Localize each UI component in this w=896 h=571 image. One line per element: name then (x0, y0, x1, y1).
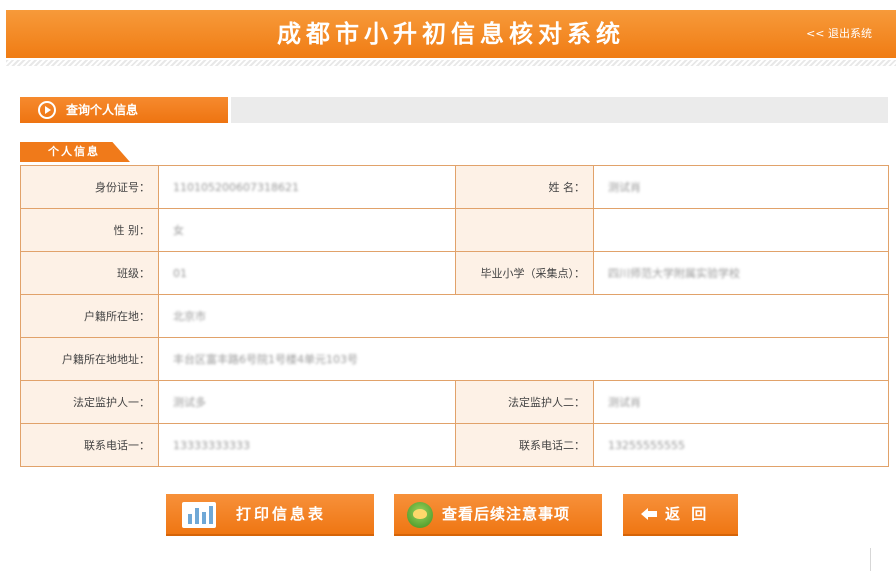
class-value: 01 (173, 266, 187, 280)
name-value: 测试肖 (608, 181, 641, 194)
play-circle-icon (38, 101, 56, 119)
phone-one-value: 13333333333 (173, 438, 250, 452)
notes-icon (407, 502, 433, 528)
table-row: 身份证号： 110105200607318621 姓 名： 测试肖 (20, 165, 889, 209)
back-button[interactable]: 返 回 (623, 494, 738, 536)
table-row: 班级： 01 毕业小学（采集点）： 四川师范大学附属实验学校 (20, 251, 889, 295)
gender-label: 性 别： (20, 208, 159, 252)
print-button-label: 打印信息表 (236, 505, 327, 523)
page-title: 成都市小升初信息核对系统 (277, 20, 625, 48)
id-card-label: 身份证号： (20, 165, 159, 209)
school-label: 毕业小学（采集点）： (455, 251, 594, 295)
header-bar: 成都市小升初信息核对系统 << 退出系统 (6, 10, 896, 58)
hukou-address-value: 丰台区富丰路6号院1号楼4单元103号 (173, 353, 358, 366)
empty-value-cell (593, 208, 889, 252)
sub-section-title: 个人信息 (48, 145, 100, 158)
hukou-value: 北京市 (173, 310, 206, 323)
table-row: 户籍所在地地址： 丰台区富丰路6号院1号楼4单元103号 (20, 337, 889, 381)
phone-one-label: 联系电话一： (20, 423, 159, 467)
hukou-address-label: 户籍所在地地址： (20, 337, 159, 381)
gender-value: 女 (173, 224, 184, 237)
guardian-one-label: 法定监护人一： (20, 380, 159, 424)
section-title: 查询个人信息 (66, 103, 139, 117)
section-bar: 查询个人信息 (20, 97, 888, 123)
printer-icon (182, 502, 216, 528)
personal-info-table: 身份证号： 110105200607318621 姓 名： 测试肖 性 别： 女… (20, 165, 889, 467)
header-divider (6, 60, 896, 66)
table-row: 户籍所在地： 北京市 (20, 294, 889, 338)
school-value: 四川师范大学附属实验学校 (608, 267, 740, 280)
divider (870, 548, 871, 571)
table-row: 法定监护人一： 测试多 法定监护人二： 测试肖 (20, 380, 889, 424)
notes-button-label: 查看后续注意事项 (442, 505, 571, 523)
guardian-two-label: 法定监护人二： (455, 380, 594, 424)
sub-section-tab: 个人信息 (20, 142, 130, 162)
id-card-value: 110105200607318621 (173, 180, 299, 194)
print-info-button[interactable]: 打印信息表 (166, 494, 374, 536)
section-tab: 查询个人信息 (20, 97, 231, 123)
view-notes-button[interactable]: 查看后续注意事项 (394, 494, 602, 536)
back-button-label: 返 回 (665, 505, 710, 523)
name-label: 姓 名： (455, 165, 594, 209)
guardian-one-value: 测试多 (173, 396, 206, 409)
logout-link[interactable]: << 退出系统 (806, 10, 872, 58)
phone-two-label: 联系电话二： (455, 423, 594, 467)
arrow-left-icon (641, 508, 657, 520)
hukou-label: 户籍所在地： (20, 294, 159, 338)
class-label: 班级： (20, 251, 159, 295)
empty-label-cell (455, 208, 594, 252)
guardian-two-value: 测试肖 (608, 396, 641, 409)
phone-two-value: 13255555555 (608, 438, 685, 452)
table-row: 性 别： 女 (20, 208, 889, 252)
table-row: 联系电话一： 13333333333 联系电话二： 13255555555 (20, 423, 889, 467)
